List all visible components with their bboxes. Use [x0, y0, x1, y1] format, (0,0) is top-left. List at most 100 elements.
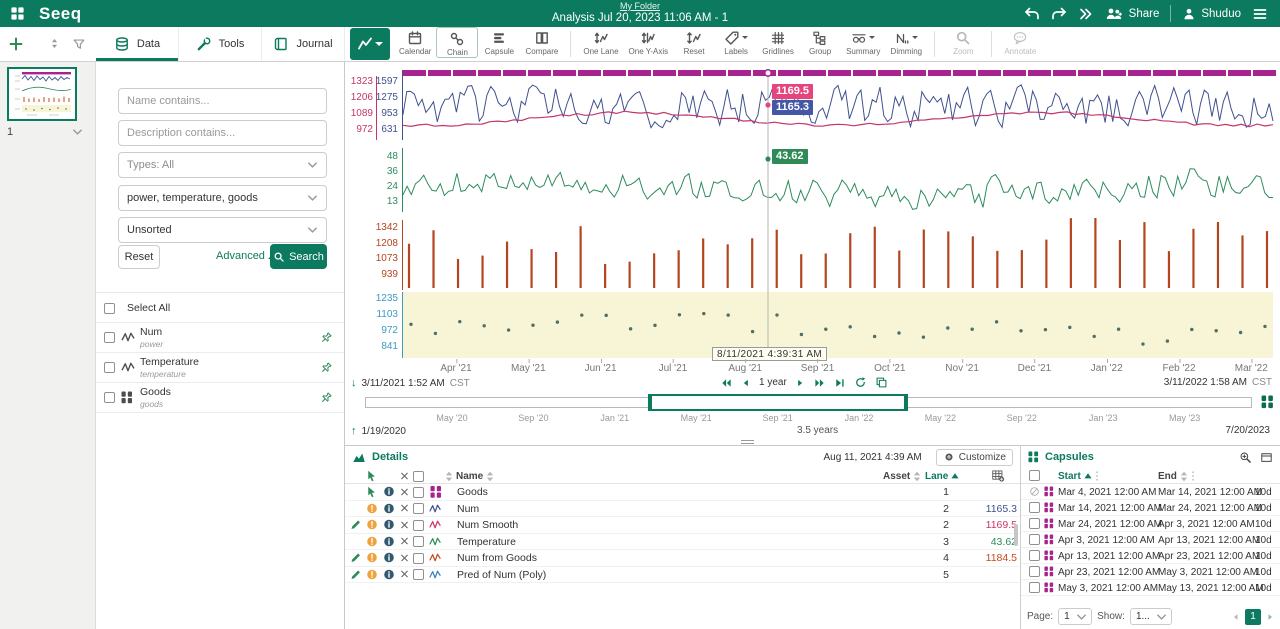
add-worksheet-button[interactable]	[8, 36, 24, 52]
details-row-num[interactable]: Num21165.3	[345, 501, 1020, 518]
display-range-start[interactable]: 3/11/2021 1:52 AM	[362, 378, 445, 389]
capsule-row[interactable]: Apr 13, 2021 12:00 AMApr 23, 2021 12:00 …	[1021, 548, 1280, 564]
toolbar-dimming[interactable]: Dimming	[885, 27, 927, 56]
list-item-goods[interactable]: Goodsgoods	[96, 382, 344, 412]
remove-icon[interactable]	[398, 502, 411, 515]
reset-button[interactable]: Reset	[118, 245, 160, 269]
info-icon[interactable]	[382, 518, 395, 531]
trend-chart[interactable]: 1323120610899721597127595363148362413134…	[345, 62, 1280, 360]
capsule-row[interactable]: Mar 24, 2021 12:00 AMApr 3, 2021 12:00 A…	[1021, 516, 1280, 532]
name-search-input[interactable]	[118, 88, 327, 114]
toolbar-one-y-axis[interactable]: One Y-Axis	[624, 27, 674, 56]
series-name[interactable]: Num Smooth	[457, 519, 518, 531]
worksheet-thumbnail[interactable]	[7, 67, 77, 121]
sort-icon[interactable]	[913, 471, 921, 482]
toolbar-chain[interactable]: Chain	[436, 27, 478, 58]
capsule-checkbox[interactable]	[1029, 534, 1040, 545]
series-name[interactable]: Num from Goods	[457, 552, 537, 564]
item-name[interactable]: Num	[140, 326, 162, 338]
item-checkbox[interactable]	[104, 392, 115, 403]
capsule-row[interactable]: May 3, 2021 12:00 AMMay 13, 2021 12:00 A…	[1021, 580, 1280, 596]
item-checkbox[interactable]	[104, 332, 115, 343]
sort-icon[interactable]	[486, 471, 494, 482]
select-all-capsules-checkbox[interactable]	[1029, 470, 1040, 481]
share-button[interactable]: Share	[1105, 6, 1160, 22]
show-select[interactable]: 1...	[1130, 608, 1172, 625]
details-row-num-smooth[interactable]: Num Smooth21169.5	[345, 517, 1020, 534]
pin-icon[interactable]	[319, 391, 333, 405]
seeq-logo[interactable]: Seeq	[39, 4, 82, 24]
add-column-icon[interactable]	[990, 469, 1005, 482]
sort-icon[interactable]	[1180, 471, 1188, 482]
toolbar-capsule[interactable]: Capsule	[478, 27, 520, 56]
tab-data[interactable]: Data	[96, 27, 179, 61]
zoom-to-capsule-icon[interactable]	[1239, 451, 1252, 464]
capsule-row[interactable]: Mar 14, 2021 12:00 AMMar 24, 2021 12:00 …	[1021, 500, 1280, 516]
refresh-icon[interactable]	[854, 376, 867, 389]
row-checkbox[interactable]	[413, 536, 424, 547]
remove-icon[interactable]	[398, 518, 411, 531]
details-row-temperature[interactable]: Temperature343.62	[345, 534, 1020, 551]
end-column-header[interactable]: End	[1158, 471, 1177, 482]
x-axis[interactable]: Apr '21May '21Jun '21Jul '21Aug '21Sep '…	[345, 360, 1280, 375]
step-to-end-icon[interactable]	[834, 377, 846, 389]
list-item-num[interactable]: Numpower	[96, 322, 344, 352]
undo-icon[interactable]	[1024, 6, 1040, 22]
cursor-column-icon[interactable]	[365, 469, 378, 482]
edit-icon[interactable]	[349, 518, 362, 531]
range-duration-label[interactable]: 1 year	[759, 377, 787, 388]
remove-icon[interactable]	[398, 485, 411, 498]
toolbar-summary[interactable]: Summary	[841, 27, 885, 56]
display-range-end[interactable]: 3/11/2022 1:58 AM	[1164, 377, 1247, 388]
capsule-row[interactable]: Mar 4, 2021 12:00 AMMar 14, 2021 12:00 A…	[1021, 484, 1280, 500]
investigate-range-start[interactable]: 1/19/2020	[362, 426, 407, 437]
tab-journal[interactable]: Journal	[262, 27, 345, 61]
row-checkbox[interactable]	[413, 569, 424, 580]
toolbar-compare[interactable]: Compare	[520, 27, 563, 56]
info-icon[interactable]	[382, 568, 395, 581]
customize-button[interactable]: Customize	[936, 449, 1013, 466]
capsule-checkbox[interactable]	[1029, 518, 1040, 529]
row-checkbox[interactable]	[413, 503, 424, 514]
warning-icon[interactable]	[365, 518, 378, 531]
advanced-link[interactable]: Advanced	[216, 250, 276, 262]
capsule-checkbox[interactable]	[1029, 582, 1040, 593]
pin-icon[interactable]	[319, 331, 333, 345]
investigate-range-end[interactable]: 7/20/2023	[1226, 425, 1271, 436]
capsule-row[interactable]: Apr 23, 2021 12:00 AMMay 3, 2021 12:00 A…	[1021, 564, 1280, 580]
collapse-panel-icon[interactable]	[1260, 451, 1273, 464]
description-search-input[interactable]	[118, 120, 327, 146]
toolbar-zoom[interactable]: Zoom	[942, 27, 984, 56]
capsule-checkbox[interactable]	[1029, 502, 1040, 513]
capsule-row[interactable]: Apr 3, 2021 12:00 AMApr 13, 2021 12:00 A…	[1021, 532, 1280, 548]
info-icon[interactable]	[382, 535, 395, 548]
display-mode-button[interactable]	[350, 28, 390, 60]
item-checkbox[interactable]	[104, 362, 115, 373]
breadcrumb[interactable]: My Folder	[552, 2, 728, 11]
info-icon[interactable]	[382, 485, 395, 498]
datasource-select[interactable]: power, temperature, goods	[118, 185, 327, 211]
series-name[interactable]: Goods	[457, 486, 488, 498]
pin-icon[interactable]	[319, 361, 333, 375]
types-select[interactable]: Types: All	[118, 152, 327, 178]
remove-icon[interactable]	[398, 535, 411, 548]
remove-icon[interactable]	[398, 568, 411, 581]
remove-icon[interactable]	[398, 551, 411, 564]
capsule-checkbox[interactable]	[1029, 566, 1040, 577]
worksheet-collapse-icon[interactable]	[72, 128, 83, 136]
info-icon[interactable]	[382, 551, 395, 564]
copy-range-icon[interactable]	[875, 376, 888, 389]
details-row-pred-of-num-poly-[interactable]: Pred of Num (Poly)5	[345, 567, 1020, 584]
sort-select[interactable]: Unsorted	[118, 217, 327, 243]
warning-icon[interactable]	[365, 535, 378, 548]
next-page-icon[interactable]	[1266, 612, 1274, 622]
start-column-header[interactable]: Start	[1058, 471, 1081, 482]
select-all-checkbox[interactable]	[104, 303, 115, 314]
info-icon[interactable]	[382, 502, 395, 515]
sort-icon[interactable]	[445, 471, 453, 482]
step-forward-full-icon[interactable]	[813, 377, 826, 389]
item-name[interactable]: Temperature	[140, 356, 199, 368]
sort-worksheets-icon[interactable]	[48, 37, 61, 50]
panel-resize-handle[interactable]	[741, 440, 754, 444]
capsule-checkbox[interactable]	[1029, 550, 1040, 561]
